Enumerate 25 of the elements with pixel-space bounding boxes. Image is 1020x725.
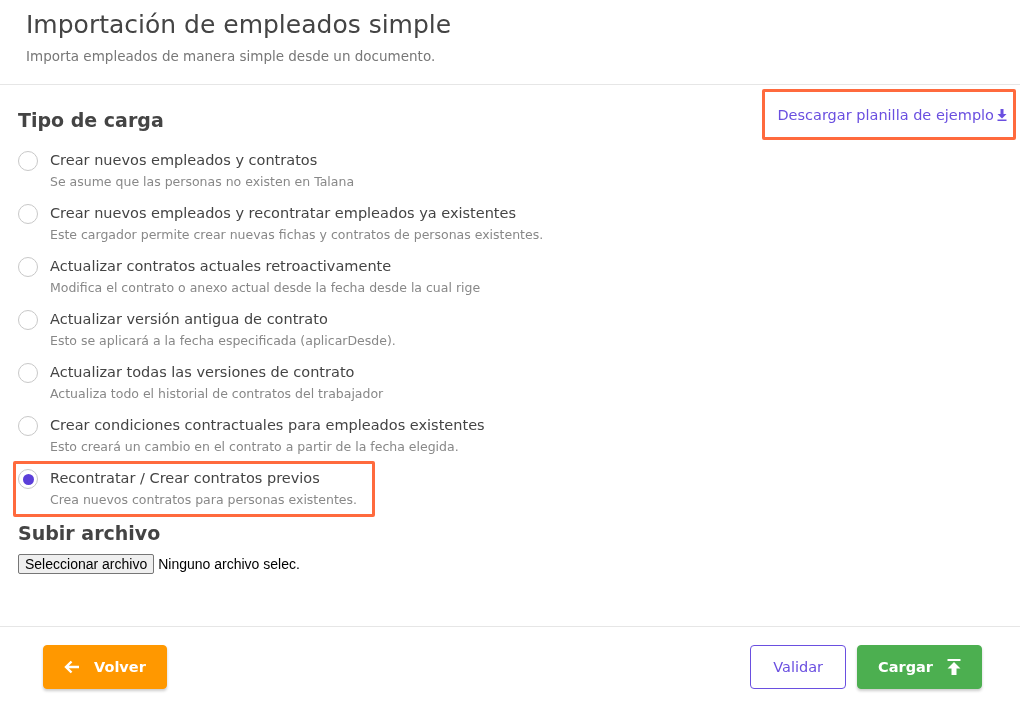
page-subtitle: Importa empleados de manera simple desde un documento. — [26, 48, 437, 64]
option-description: Crea nuevos contratos para personas existentes. — [50, 491, 357, 508]
option-description: Se asume que las personas no existen en Talana — [50, 173, 355, 190]
option-label: Actualizar versión antigua de contrato — [50, 310, 329, 329]
option-label: Crear nuevos empleados y contratos — [50, 151, 319, 170]
option-label: Actualizar todas las versiones de contrato — [50, 363, 356, 382]
option-description: Esto se aplicará a la fecha especificada (aplicarDesde). — [50, 332, 396, 349]
section-heading: Subir archivo — [18, 522, 162, 544]
download-icon — [997, 109, 1007, 121]
download-template-link[interactable]: Descargar planilla de ejemplo — [777, 107, 1007, 123]
option-label: Crear nuevos empleados y recontratar empleados ya existentes — [50, 204, 518, 223]
page-title: Importación de empleados simple — [26, 9, 453, 41]
section-heading: Tipo de carga — [18, 109, 164, 131]
option-label: Crear condiciones contractuales para empleados existentes — [50, 416, 485, 435]
option-description: Actualiza todo el historial de contratos del trabajador — [50, 385, 384, 402]
option-label: Recontratar / Crear contratos previos — [50, 469, 321, 488]
arrow-left-icon — [64, 660, 80, 674]
option-description: Este cargador permite crear nuevas fichas y contratos de personas existentes. — [50, 226, 544, 243]
choose-file-button[interactable]: Seleccionar archivo — [18, 554, 155, 574]
option-label: Actualizar contratos actuales retroactivamente — [50, 257, 393, 276]
option-description: Modifica el contrato o anexo actual desde la fecha desde la cual rige — [50, 279, 481, 296]
option-description: Esto creará un cambio en el contrato a partir de la fecha elegida. — [50, 438, 460, 455]
upload-icon — [947, 659, 961, 675]
file-status: Ninguno archivo selec. — [158, 556, 300, 572]
validate-button[interactable]: Validar — [750, 645, 847, 689]
